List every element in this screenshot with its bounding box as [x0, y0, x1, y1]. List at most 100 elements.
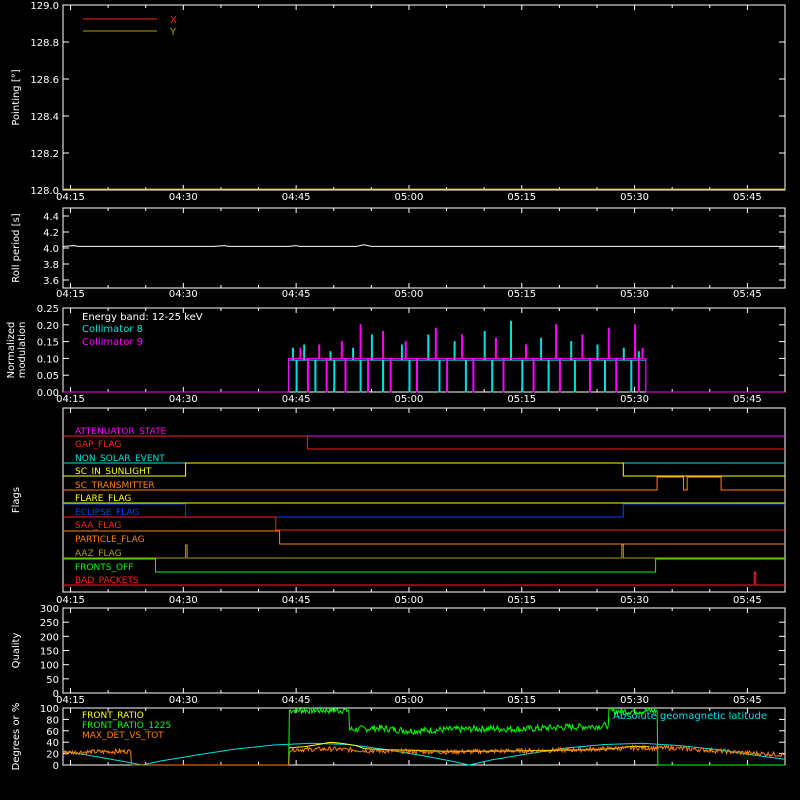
series-line: [63, 320, 785, 393]
flag-label: FLARE_FLAG: [75, 494, 131, 504]
y-tick-label: 4.0: [43, 244, 59, 255]
x-tick-label: 05:30: [620, 595, 649, 606]
x-tick-label: 04:15: [56, 595, 85, 606]
x-tick-label: 04:15: [56, 695, 85, 706]
flag-line: [63, 462, 785, 477]
y-tick-label: 128.6: [30, 75, 59, 86]
y-tick-label: 0.00: [37, 388, 59, 399]
x-tick-label: 05:15: [507, 289, 536, 300]
flag-label: BAD_PACKETS: [75, 576, 139, 586]
x-tick-label: 04:15: [56, 289, 85, 300]
flag-label: PARTICLE_FLAG: [75, 535, 145, 545]
y-tick-label: 40: [46, 738, 59, 749]
y-axis-label: Roll period [s]: [11, 213, 22, 282]
legend-label: FRONT_RATIO_1225: [82, 721, 171, 731]
y-tick-label: 128.2: [30, 149, 59, 160]
x-tick-label: 05:15: [507, 192, 536, 203]
x-tick-label: 05:45: [733, 192, 762, 203]
panel-quality: 04:15 04:30 04:45 05:00 05:15 05:30 05:45 0 50 10…: [11, 604, 786, 706]
legend-label: X: [170, 15, 177, 26]
flag-line: [63, 530, 785, 545]
y-tick-label: 300: [40, 604, 59, 615]
flag-line: [63, 516, 785, 531]
x-tick-label: 05:30: [620, 289, 649, 300]
y-tick-label: 150: [40, 647, 59, 658]
y-tick-label: 0: [53, 761, 59, 772]
x-tick-label: 04:30: [169, 394, 198, 405]
y-axis-label: Normalizedmodulation: [6, 322, 28, 379]
x-tick-label: 04:30: [169, 595, 198, 606]
annotation-collimator-8: Collimator 8: [82, 324, 143, 335]
plot-frame: [62, 207, 786, 289]
y-tick-label: 100: [40, 704, 59, 715]
chart-figure: 04:15 04:30 04:45 05:00 05:15 05:30 05:45 128.0…: [6, 1, 786, 772]
x-tick-label: 05:30: [620, 394, 649, 405]
y-axis-label-line: modulation: [17, 322, 28, 379]
x-tick-label: 04:45: [282, 695, 311, 706]
x-tick-label: 05:15: [507, 394, 536, 405]
y-tick-label: 0.20: [37, 321, 59, 332]
series-line: [63, 324, 785, 393]
y-tick-label: 3.6: [43, 276, 59, 287]
y-tick-label: 128.4: [30, 112, 59, 123]
panel-pointing: 04:15 04:30 04:45 05:00 05:15 05:30 05:45 128.0…: [11, 1, 786, 203]
y-tick-label: 4.2: [43, 228, 59, 239]
x-tick-label: 04:45: [282, 595, 311, 606]
flag-label: NON_SOLAR_EVENT: [75, 454, 165, 464]
y-tick-label: 200: [40, 632, 59, 643]
series-line: [62, 244, 785, 247]
flag-line: [63, 435, 785, 450]
panel-modulation: 04:15 04:30 04:45 05:00 05:15 05:30 05:45 0.00 0…: [6, 304, 786, 405]
y-axis-label: Degrees or %: [11, 703, 22, 771]
annotation-collimator-9: Collimator 9: [82, 337, 143, 348]
flag-line: [63, 503, 785, 518]
y-axis-label: Quality: [11, 633, 22, 669]
x-tick-label: 04:45: [282, 289, 311, 300]
y-tick-label: 20: [46, 750, 59, 761]
x-tick-label: 04:15: [56, 192, 85, 203]
x-tick-label: 05:45: [733, 595, 762, 606]
y-tick-label: 128.0: [30, 186, 59, 197]
y-tick-label: 0.15: [37, 338, 59, 349]
y-tick-label: 129.0: [30, 1, 59, 12]
y-tick-label: 128.8: [30, 38, 59, 49]
x-tick-label: 05:45: [733, 289, 762, 300]
panel-front-ratio: 020406080100 Degrees or % FRONT_RATIOFRONT…: [11, 703, 786, 772]
x-tick-label: 05:00: [395, 289, 424, 300]
x-tick-label: 05:45: [733, 394, 762, 405]
flag-line: [63, 571, 785, 586]
panel-flags: 04:15 04:30 04:45 05:00 05:15 05:30 05:45 Flags…: [11, 407, 786, 606]
x-tick-label: 05:00: [395, 595, 424, 606]
flag-label: SAA_FLAG: [75, 521, 121, 531]
y-tick-label: 0.05: [37, 371, 59, 382]
flag-label: AAZ_FLAG: [75, 549, 122, 559]
y-tick-label: 0.25: [37, 304, 59, 315]
x-tick-label: 04:15: [56, 394, 85, 405]
flag-label: FRONTS_OFF: [75, 563, 133, 573]
y-tick-label: 3.8: [43, 260, 59, 271]
x-tick-label: 05:15: [507, 595, 536, 606]
flag-line: [63, 544, 785, 559]
x-tick-label: 04:30: [169, 289, 198, 300]
flag-line: [63, 476, 785, 491]
x-tick-label: 05:00: [395, 394, 424, 405]
flag-line: [63, 558, 785, 573]
legend-label: Y: [169, 27, 177, 38]
legend-label: FRONT_RATIO: [82, 711, 144, 721]
x-tick-label: 04:30: [169, 192, 198, 203]
y-axis-label: Pointing [°]: [11, 69, 22, 125]
x-tick-label: 05:00: [395, 695, 424, 706]
y-tick-label: 250: [40, 618, 59, 629]
x-tick-label: 05:30: [620, 695, 649, 706]
y-tick-label: 60: [46, 727, 59, 738]
x-tick-label: 05:45: [733, 695, 762, 706]
panel-roll-period: 04:15 04:30 04:45 05:00 05:15 05:30 05:45 3.6 3.…: [11, 207, 786, 300]
y-tick-label: 0: [53, 689, 59, 700]
annotation-geomagnetic-latitude: Absolute geomagnetic latitude: [613, 711, 767, 722]
y-tick-label: 0.10: [37, 354, 59, 365]
flag-label: GAP_FLAG: [75, 440, 121, 450]
x-tick-label: 04:30: [169, 695, 198, 706]
flag-label: SC_TRANSMITTER: [75, 481, 155, 491]
y-tick-label: 4.4: [43, 212, 59, 223]
series-line: [62, 743, 786, 766]
